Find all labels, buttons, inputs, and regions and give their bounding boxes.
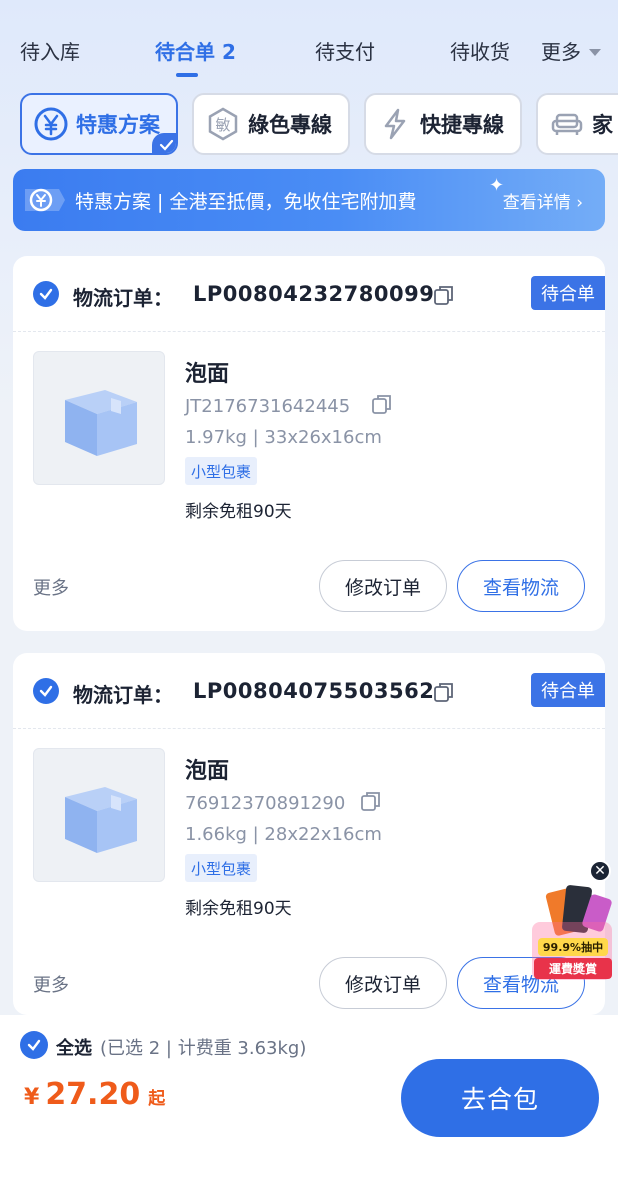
tracking-number: JT2176731642445 <box>185 396 351 417</box>
service-label: 家 <box>592 113 613 137</box>
modify-order-button[interactable]: 修改订单 <box>319 957 447 1009</box>
select-all-checkbox[interactable] <box>20 1031 48 1059</box>
tracking-number: 76912370891290 <box>185 793 346 814</box>
weight-dimensions: 1.66kg | 28x22x16cm <box>185 824 382 845</box>
promo-banner[interactable]: 特惠方案 | 全港至抵價，免收住宅附加費 查看详情 › ✦ <box>13 169 605 231</box>
more-link[interactable]: 更多 <box>33 574 69 600</box>
prize-odds-text: 99.9%抽中 <box>538 938 608 956</box>
copy-icon[interactable] <box>433 681 455 703</box>
price-suffix: 起 <box>148 1089 166 1109</box>
package-image <box>33 748 165 882</box>
sofa-icon <box>550 107 584 141</box>
checkout-bar: 全选 (已选 2 | 计费重 3.63kg) ¥27.20 起 去合包 <box>0 1015 618 1200</box>
order-label: 物流订单： <box>73 683 173 707</box>
free-storage-days: 剩余免租90天 <box>185 502 292 522</box>
view-logistics-button[interactable]: 查看物流 <box>457 560 585 612</box>
tab-count: 2 <box>221 40 236 64</box>
sparkle-icon: ✦ <box>489 175 505 196</box>
sensitive-badge-icon: 敏 <box>206 107 240 141</box>
promo-link-label: 查看详情 <box>502 192 571 213</box>
item-name: 泡面 <box>185 362 230 387</box>
consolidate-button[interactable]: 去合包 <box>401 1059 599 1137</box>
service-discount-plan[interactable]: 特惠方案 <box>20 93 178 155</box>
order-number: LP00804075503562 <box>193 679 435 703</box>
order-status-tabs: 待入库 待合单 2 待支付 待收货 更多 <box>0 0 618 88</box>
tab-more[interactable]: 更多 <box>541 36 601 65</box>
order-checkbox[interactable] <box>33 281 59 307</box>
box-icon <box>65 787 137 853</box>
size-tag: 小型包裹 <box>185 457 258 485</box>
box-icon <box>65 390 137 456</box>
service-label: 特惠方案 <box>76 113 160 137</box>
free-storage-days: 剩余免租90天 <box>185 899 292 919</box>
chevron-right-icon: › <box>576 192 583 213</box>
tab-pending-receipt[interactable]: 待收货 <box>450 36 510 65</box>
promo-details-link[interactable]: 查看详情 › <box>503 188 583 213</box>
select-all-label[interactable]: 全选 <box>56 1034 92 1060</box>
check-icon <box>27 1039 41 1051</box>
floating-prize-promo[interactable]: 99.9%抽中 運費獎賞 <box>528 882 616 986</box>
more-link[interactable]: 更多 <box>33 971 69 997</box>
prize-illustration: 99.9%抽中 運費獎賞 <box>528 882 616 986</box>
selection-summary: (已选 2 | 计费重 3.63kg) <box>100 1038 307 1059</box>
svg-text:敏: 敏 <box>215 116 230 134</box>
total-price: ¥27.20 起 <box>24 1077 165 1112</box>
order-card-header: 物流订单： LP00804075503562 待合单 <box>13 653 605 729</box>
tab-pending-warehouse[interactable]: 待入库 <box>20 36 80 65</box>
copy-icon[interactable] <box>371 393 393 415</box>
weight-dimensions: 1.97kg | 33x26x16cm <box>185 427 382 448</box>
tab-label: 待合单 <box>155 40 215 64</box>
tab-pending-payment[interactable]: 待支付 <box>315 36 375 65</box>
lightning-icon <box>378 107 412 141</box>
active-tab-indicator <box>176 73 198 77</box>
tab-label: 待入库 <box>20 40 80 64</box>
service-label: 綠色專線 <box>248 113 332 137</box>
copy-icon[interactable] <box>433 284 455 306</box>
package-image <box>33 351 165 485</box>
check-icon <box>39 685 53 697</box>
order-checkbox[interactable] <box>33 678 59 704</box>
prize-title-text: 運費獎賞 <box>534 958 612 979</box>
order-card: 物流订单： LP00804075503562 待合单 泡面 7691237089… <box>13 653 605 1015</box>
caret-down-icon <box>589 49 601 56</box>
tab-pending-consolidation[interactable]: 待合单 2 <box>155 36 236 65</box>
yen-shield-icon <box>34 107 68 141</box>
order-card: 物流订单： LP00804232780099 待合单 泡面 JT21767316… <box>13 256 605 631</box>
tab-label: 待收货 <box>450 40 510 64</box>
service-furniture[interactable]: 家 <box>536 93 618 155</box>
tab-label: 更多 <box>541 40 581 64</box>
service-selector: 特惠方案 敏 綠色專線 快捷專線 家 <box>0 93 618 157</box>
selected-check-icon <box>152 133 176 153</box>
order-number: LP00804232780099 <box>193 282 435 306</box>
price-amount: 27.20 <box>45 1077 141 1112</box>
currency-symbol: ¥ <box>24 1085 40 1110</box>
service-express-line[interactable]: 快捷專線 <box>364 93 522 155</box>
tab-label: 待支付 <box>315 40 375 64</box>
modify-order-button[interactable]: 修改订单 <box>319 560 447 612</box>
order-label: 物流订单： <box>73 286 173 310</box>
close-icon[interactable]: ✕ <box>589 860 611 882</box>
service-green-line[interactable]: 敏 綠色專線 <box>192 93 350 155</box>
copy-icon[interactable] <box>360 790 382 812</box>
check-icon <box>39 288 53 300</box>
size-tag: 小型包裹 <box>185 854 258 882</box>
status-badge: 待合单 <box>531 673 605 707</box>
yen-coupon-icon <box>23 183 67 217</box>
promo-text: 特惠方案 | 全港至抵價，免收住宅附加費 <box>75 190 417 213</box>
service-label: 快捷專線 <box>420 113 504 137</box>
item-name: 泡面 <box>185 759 230 784</box>
order-card-header: 物流订单： LP00804232780099 待合单 <box>13 256 605 332</box>
status-badge: 待合单 <box>531 276 605 310</box>
